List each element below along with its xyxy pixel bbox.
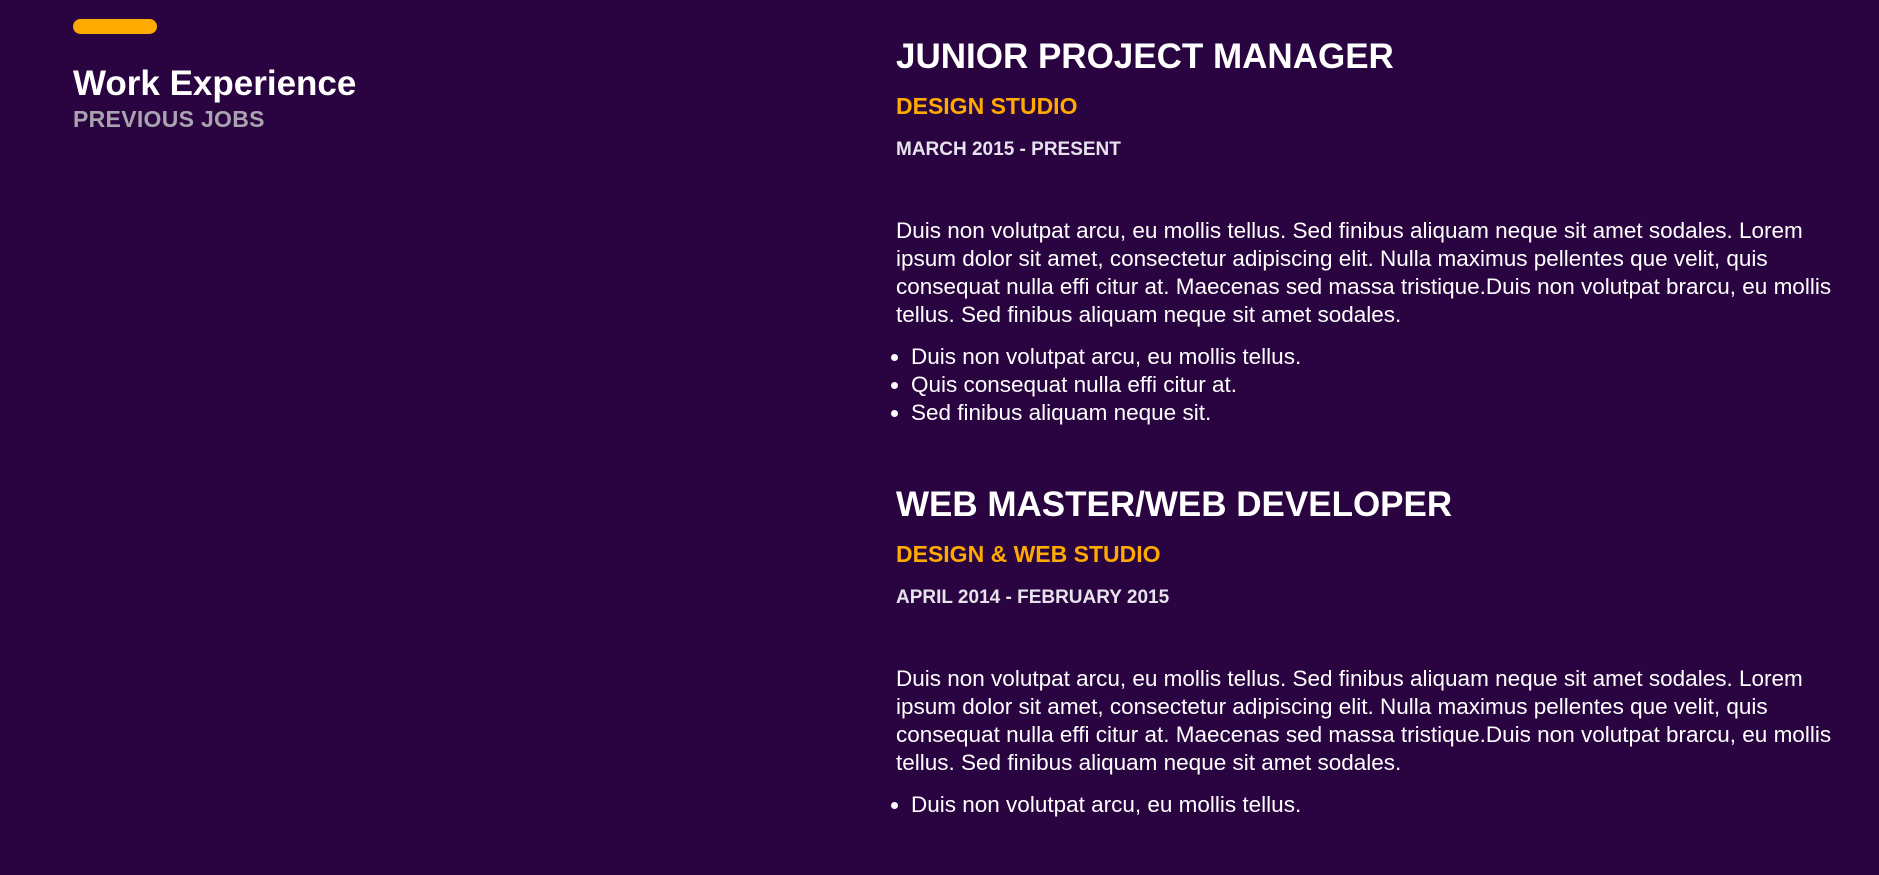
accent-bar bbox=[73, 19, 157, 34]
job-bullet-item: Duis non volutpat arcu, eu mollis tellus… bbox=[911, 791, 1836, 819]
section-heading: Work Experience PREVIOUS JOBS bbox=[73, 62, 356, 132]
job-description: Duis non volutpat arcu, eu mollis tellus… bbox=[896, 218, 1832, 327]
job-company: DESIGN & WEB STUDIO bbox=[896, 541, 1161, 567]
job-list: JUNIOR PROJECT MANAGER DESIGN STUDIO MAR… bbox=[896, 35, 1836, 875]
job-entry: WEB MASTER/WEB DEVELOPER DESIGN & WEB ST… bbox=[896, 483, 1836, 819]
job-dates: APRIL 2014 - FEBRUARY 2015 bbox=[896, 587, 1170, 608]
section-subtitle: PREVIOUS JOBS bbox=[73, 106, 265, 132]
job-entry: JUNIOR PROJECT MANAGER DESIGN STUDIO MAR… bbox=[896, 35, 1836, 427]
job-dates: MARCH 2015 - PRESENT bbox=[896, 139, 1121, 160]
section-title: Work Experience bbox=[73, 64, 357, 103]
job-bullet-item: Duis non volutpat arcu, eu mollis tellus… bbox=[911, 343, 1836, 371]
job-company: DESIGN STUDIO bbox=[896, 93, 1078, 119]
job-bullet-item: Quis consequat nulla effi citur at. bbox=[911, 371, 1836, 399]
job-bullets: Duis non volutpat arcu, eu mollis tellus… bbox=[896, 343, 1836, 427]
job-title: WEB MASTER/WEB DEVELOPER bbox=[896, 485, 1453, 524]
job-title: JUNIOR PROJECT MANAGER bbox=[896, 37, 1394, 76]
job-bullets: Duis non volutpat arcu, eu mollis tellus… bbox=[896, 791, 1836, 819]
job-description: Duis non volutpat arcu, eu mollis tellus… bbox=[896, 666, 1832, 775]
job-bullet-item: Sed finibus aliquam neque sit. bbox=[911, 399, 1836, 427]
